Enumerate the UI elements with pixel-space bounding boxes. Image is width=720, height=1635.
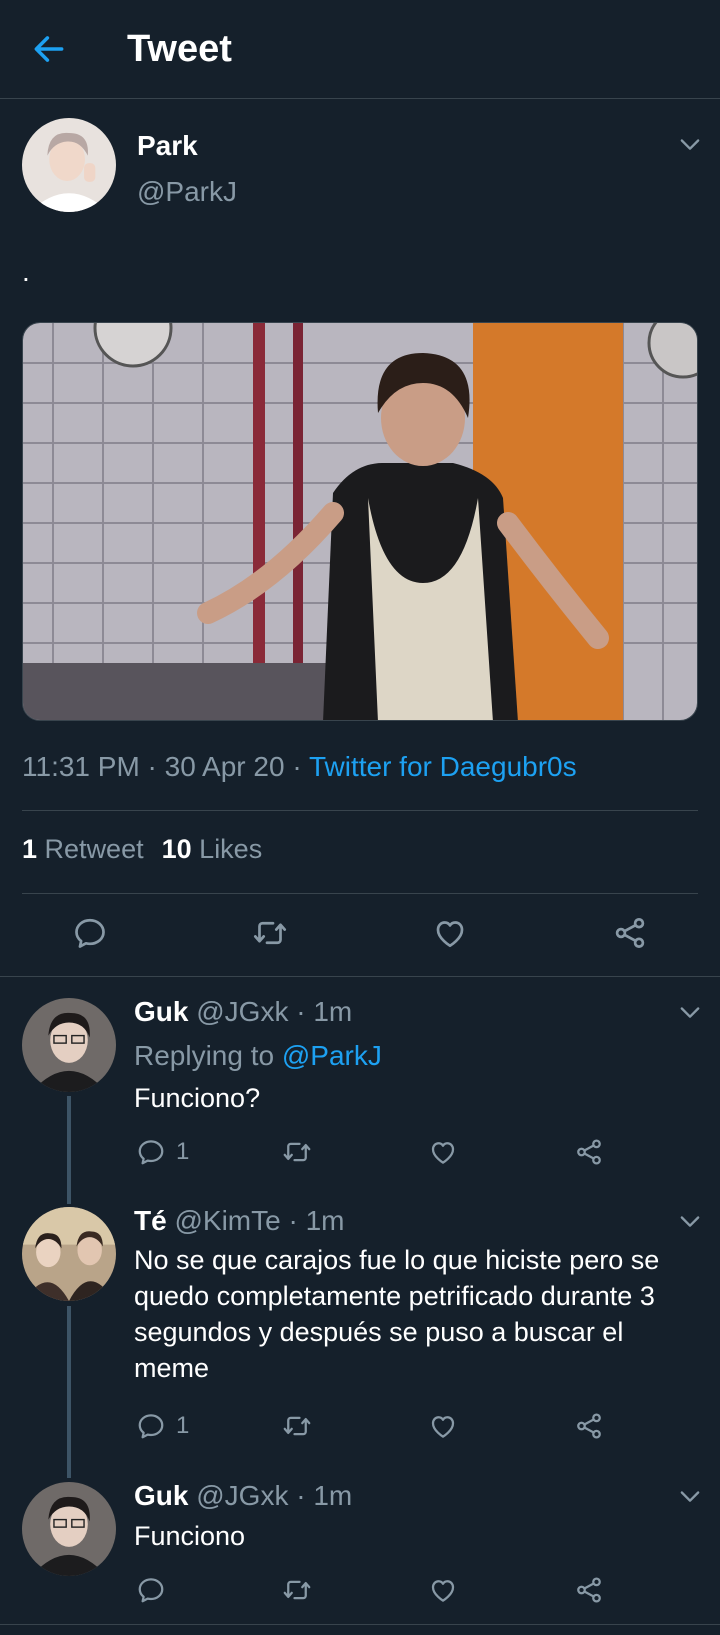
retweet-stat[interactable]: 1 Retweet [22, 834, 144, 864]
tweet-media-image[interactable] [22, 322, 698, 721]
thread-connector [67, 1096, 71, 1204]
like-icon [428, 1137, 458, 1167]
author-name[interactable]: Park [137, 130, 198, 162]
reply-time: · 1m [296, 996, 353, 1027]
reply-author-name[interactable]: Guk [134, 1480, 188, 1511]
meta-separator: · [139, 751, 165, 782]
reply-author-name[interactable]: Té [134, 1205, 167, 1236]
likes-stat[interactable]: 10 Likes [162, 834, 263, 864]
replying-prefix: Replying to [134, 1040, 275, 1071]
reply-button[interactable] [136, 1574, 166, 1606]
like-button[interactable] [428, 1136, 458, 1168]
reply-author-handle[interactable]: @JGxk [196, 1480, 288, 1511]
retweet-button[interactable] [282, 1574, 312, 1606]
like-button[interactable] [428, 1410, 458, 1442]
share-icon [574, 1137, 604, 1167]
tweet-time: 11:31 PM [22, 751, 140, 782]
reply-header: Guk @JGxk · 1m [134, 1480, 352, 1512]
share-button[interactable] [574, 1574, 604, 1606]
chevron-down-icon[interactable] [676, 1207, 704, 1235]
reply-author-handle[interactable]: @JGxk [196, 996, 288, 1027]
author-handle[interactable]: @ParkJ [137, 176, 237, 208]
reply-header: Té @KimTe · 1m [134, 1205, 344, 1237]
reply-icon [136, 1411, 166, 1441]
reply-icon[interactable] [72, 915, 108, 951]
avatar[interactable] [22, 118, 116, 212]
reply-text: Funciono? [134, 1083, 261, 1113]
tweet-stats: 1 Retweet 10 Likes [22, 834, 262, 865]
reply-header: Guk @JGxk · 1m [134, 996, 352, 1028]
tweet-text: . [22, 256, 30, 287]
retweet-label: Retweet [44, 834, 144, 864]
share-icon [574, 1411, 604, 1441]
retweet-count: 1 [22, 834, 38, 864]
share-button[interactable] [574, 1410, 604, 1442]
retweet-icon [282, 1411, 312, 1441]
reply-count: 1 [176, 1138, 190, 1165]
retweet-button[interactable] [282, 1136, 312, 1168]
chevron-down-icon[interactable] [676, 130, 704, 158]
like-icon [428, 1575, 458, 1605]
meta-separator: · [284, 751, 309, 782]
avatar[interactable] [22, 1207, 116, 1301]
tweet-date: 30 Apr 20 [164, 751, 285, 782]
like-count: 10 [161, 834, 192, 864]
likes-label: Likes [199, 834, 263, 864]
divider [0, 1624, 720, 1625]
retweet-icon[interactable] [252, 915, 288, 951]
reply-author-handle[interactable]: @KimTe [174, 1205, 280, 1236]
avatar[interactable] [22, 1482, 116, 1576]
like-button[interactable] [428, 1574, 458, 1606]
top-bar: Tweet [0, 0, 720, 99]
reply-author-name[interactable]: Guk [134, 996, 188, 1027]
reply-icon [136, 1575, 166, 1605]
reply-time: · 1m [288, 1205, 345, 1236]
chevron-down-icon[interactable] [676, 998, 704, 1026]
reply-text: Funciono [134, 1521, 246, 1551]
tweet-metadata: 11:31 PM · 30 Apr 20 · Twitter for Daegu… [22, 751, 577, 783]
page-title: Tweet [127, 28, 232, 70]
thread-connector [67, 1306, 71, 1478]
divider [22, 810, 698, 811]
reply-button[interactable]: 1 [136, 1410, 189, 1442]
share-icon[interactable] [612, 915, 648, 951]
reply-button[interactable]: 1 [136, 1136, 189, 1168]
divider [22, 893, 698, 894]
retweet-icon [282, 1575, 312, 1605]
replying-to-link[interactable]: @ParkJ [282, 1040, 382, 1071]
avatar[interactable] [22, 998, 116, 1092]
reply-text: No se que carajos fue lo que hiciste per… [134, 1245, 660, 1383]
like-icon [428, 1411, 458, 1441]
reply-time: · 1m [296, 1480, 353, 1511]
chevron-down-icon[interactable] [676, 1482, 704, 1510]
retweet-icon [282, 1137, 312, 1167]
like-icon[interactable] [432, 915, 468, 951]
reply-count: 1 [176, 1412, 190, 1439]
reply-icon [136, 1137, 166, 1167]
share-button[interactable] [574, 1136, 604, 1168]
retweet-button[interactable] [282, 1410, 312, 1442]
divider [0, 976, 720, 977]
tweet-source-link[interactable]: Twitter for Daegubr0s [309, 751, 577, 782]
arrow-left-icon[interactable] [30, 30, 68, 68]
share-icon [574, 1575, 604, 1605]
replying-to: Replying to @ParkJ [134, 1040, 382, 1072]
